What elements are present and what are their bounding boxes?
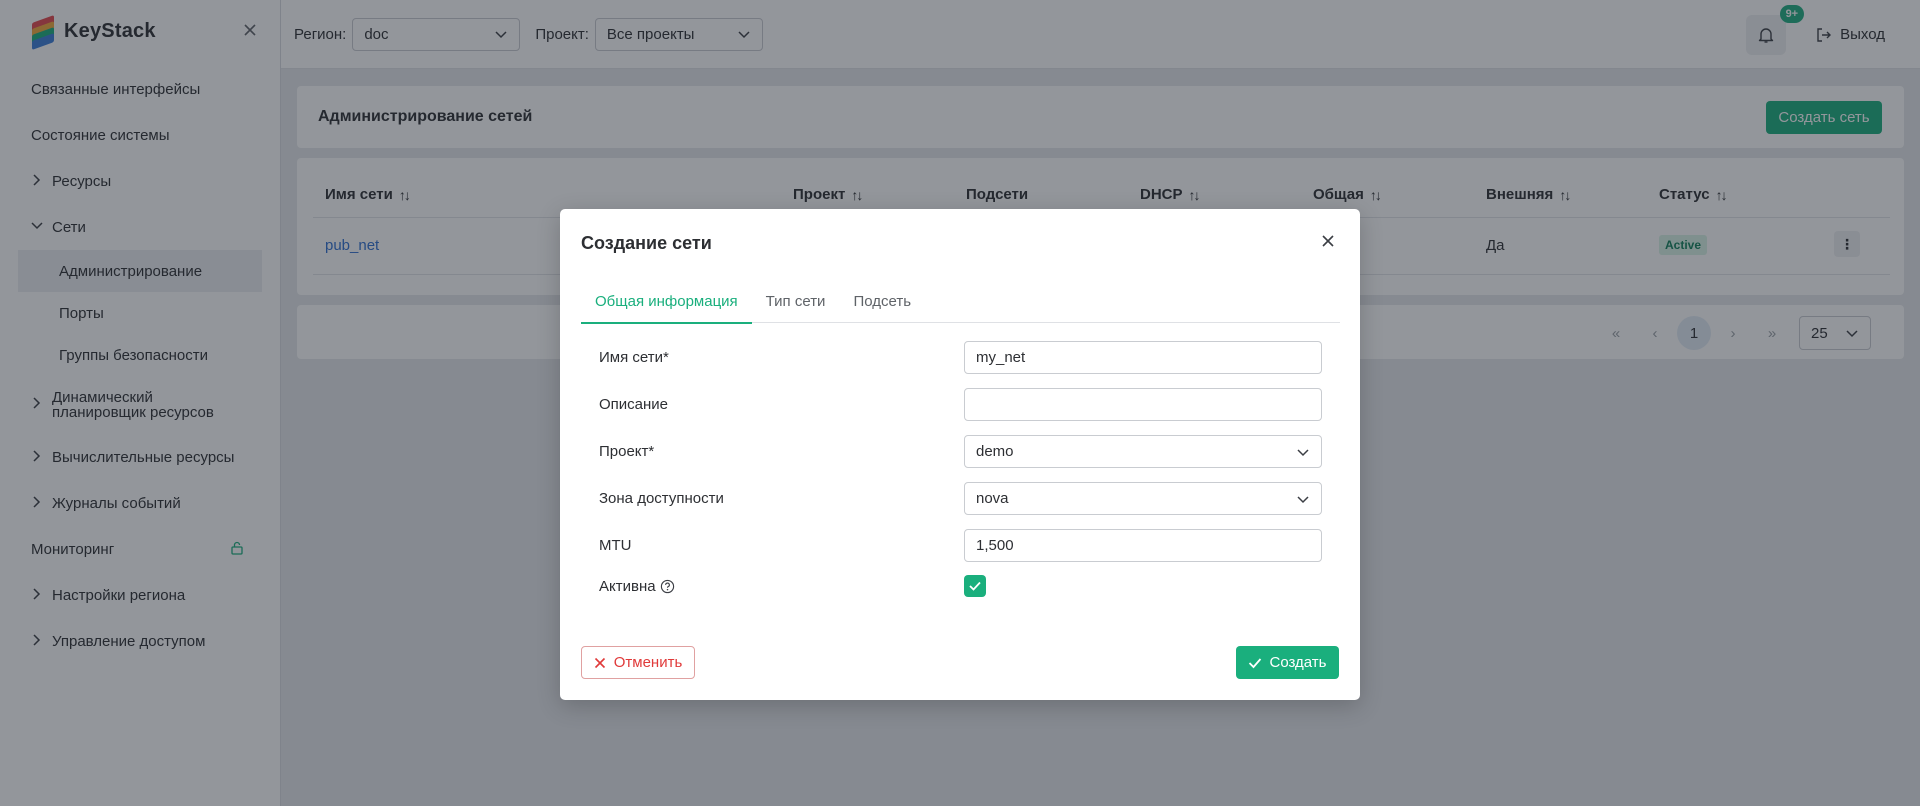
cancel-button[interactable]: Отменить bbox=[581, 646, 695, 679]
check-icon bbox=[969, 581, 981, 591]
description-input[interactable] bbox=[964, 387, 1322, 421]
project-select[interactable]: demo bbox=[964, 434, 1322, 468]
tab-general-info[interactable]: Общая информация bbox=[581, 280, 752, 324]
active-checkbox[interactable] bbox=[964, 575, 986, 597]
check-icon bbox=[1249, 657, 1262, 668]
form-row-zone: Зона доступности nova bbox=[599, 481, 1322, 515]
tab-network-type[interactable]: Тип сети bbox=[752, 280, 840, 323]
name-label: Имя сети* bbox=[599, 348, 669, 366]
help-circle-icon[interactable] bbox=[660, 579, 675, 594]
form-row-name: Имя сети* my_net bbox=[599, 340, 1322, 374]
dialog-title: Создание сети bbox=[581, 233, 712, 253]
close-icon bbox=[594, 657, 605, 668]
project-label: Проект* bbox=[599, 442, 655, 460]
form-row-mtu: MTU 1,500 bbox=[599, 528, 1322, 562]
mtu-label: MTU bbox=[599, 536, 632, 554]
tab-subnet[interactable]: Подсеть bbox=[839, 280, 925, 323]
create-network-dialog: Создание сети Общая информация Тип сети … bbox=[560, 209, 1360, 700]
mtu-input[interactable]: 1,500 bbox=[964, 528, 1322, 562]
close-icon[interactable] bbox=[1320, 233, 1340, 253]
create-button[interactable]: Создать bbox=[1236, 646, 1339, 679]
dialog-tabs: Общая информация Тип сети Подсеть bbox=[581, 280, 1340, 324]
zone-label: Зона доступности bbox=[599, 489, 724, 507]
form-row-active: Активна bbox=[599, 569, 1322, 603]
form-row-description: Описание bbox=[599, 387, 1322, 421]
name-input[interactable]: my_net bbox=[964, 340, 1322, 374]
chevron-down-icon bbox=[1297, 495, 1309, 503]
chevron-down-icon bbox=[1297, 448, 1309, 456]
description-label: Описание bbox=[599, 395, 669, 413]
form-row-project: Проект* demo bbox=[599, 434, 1322, 468]
active-label: Активна bbox=[599, 578, 965, 595]
zone-select[interactable]: nova bbox=[964, 481, 1322, 515]
